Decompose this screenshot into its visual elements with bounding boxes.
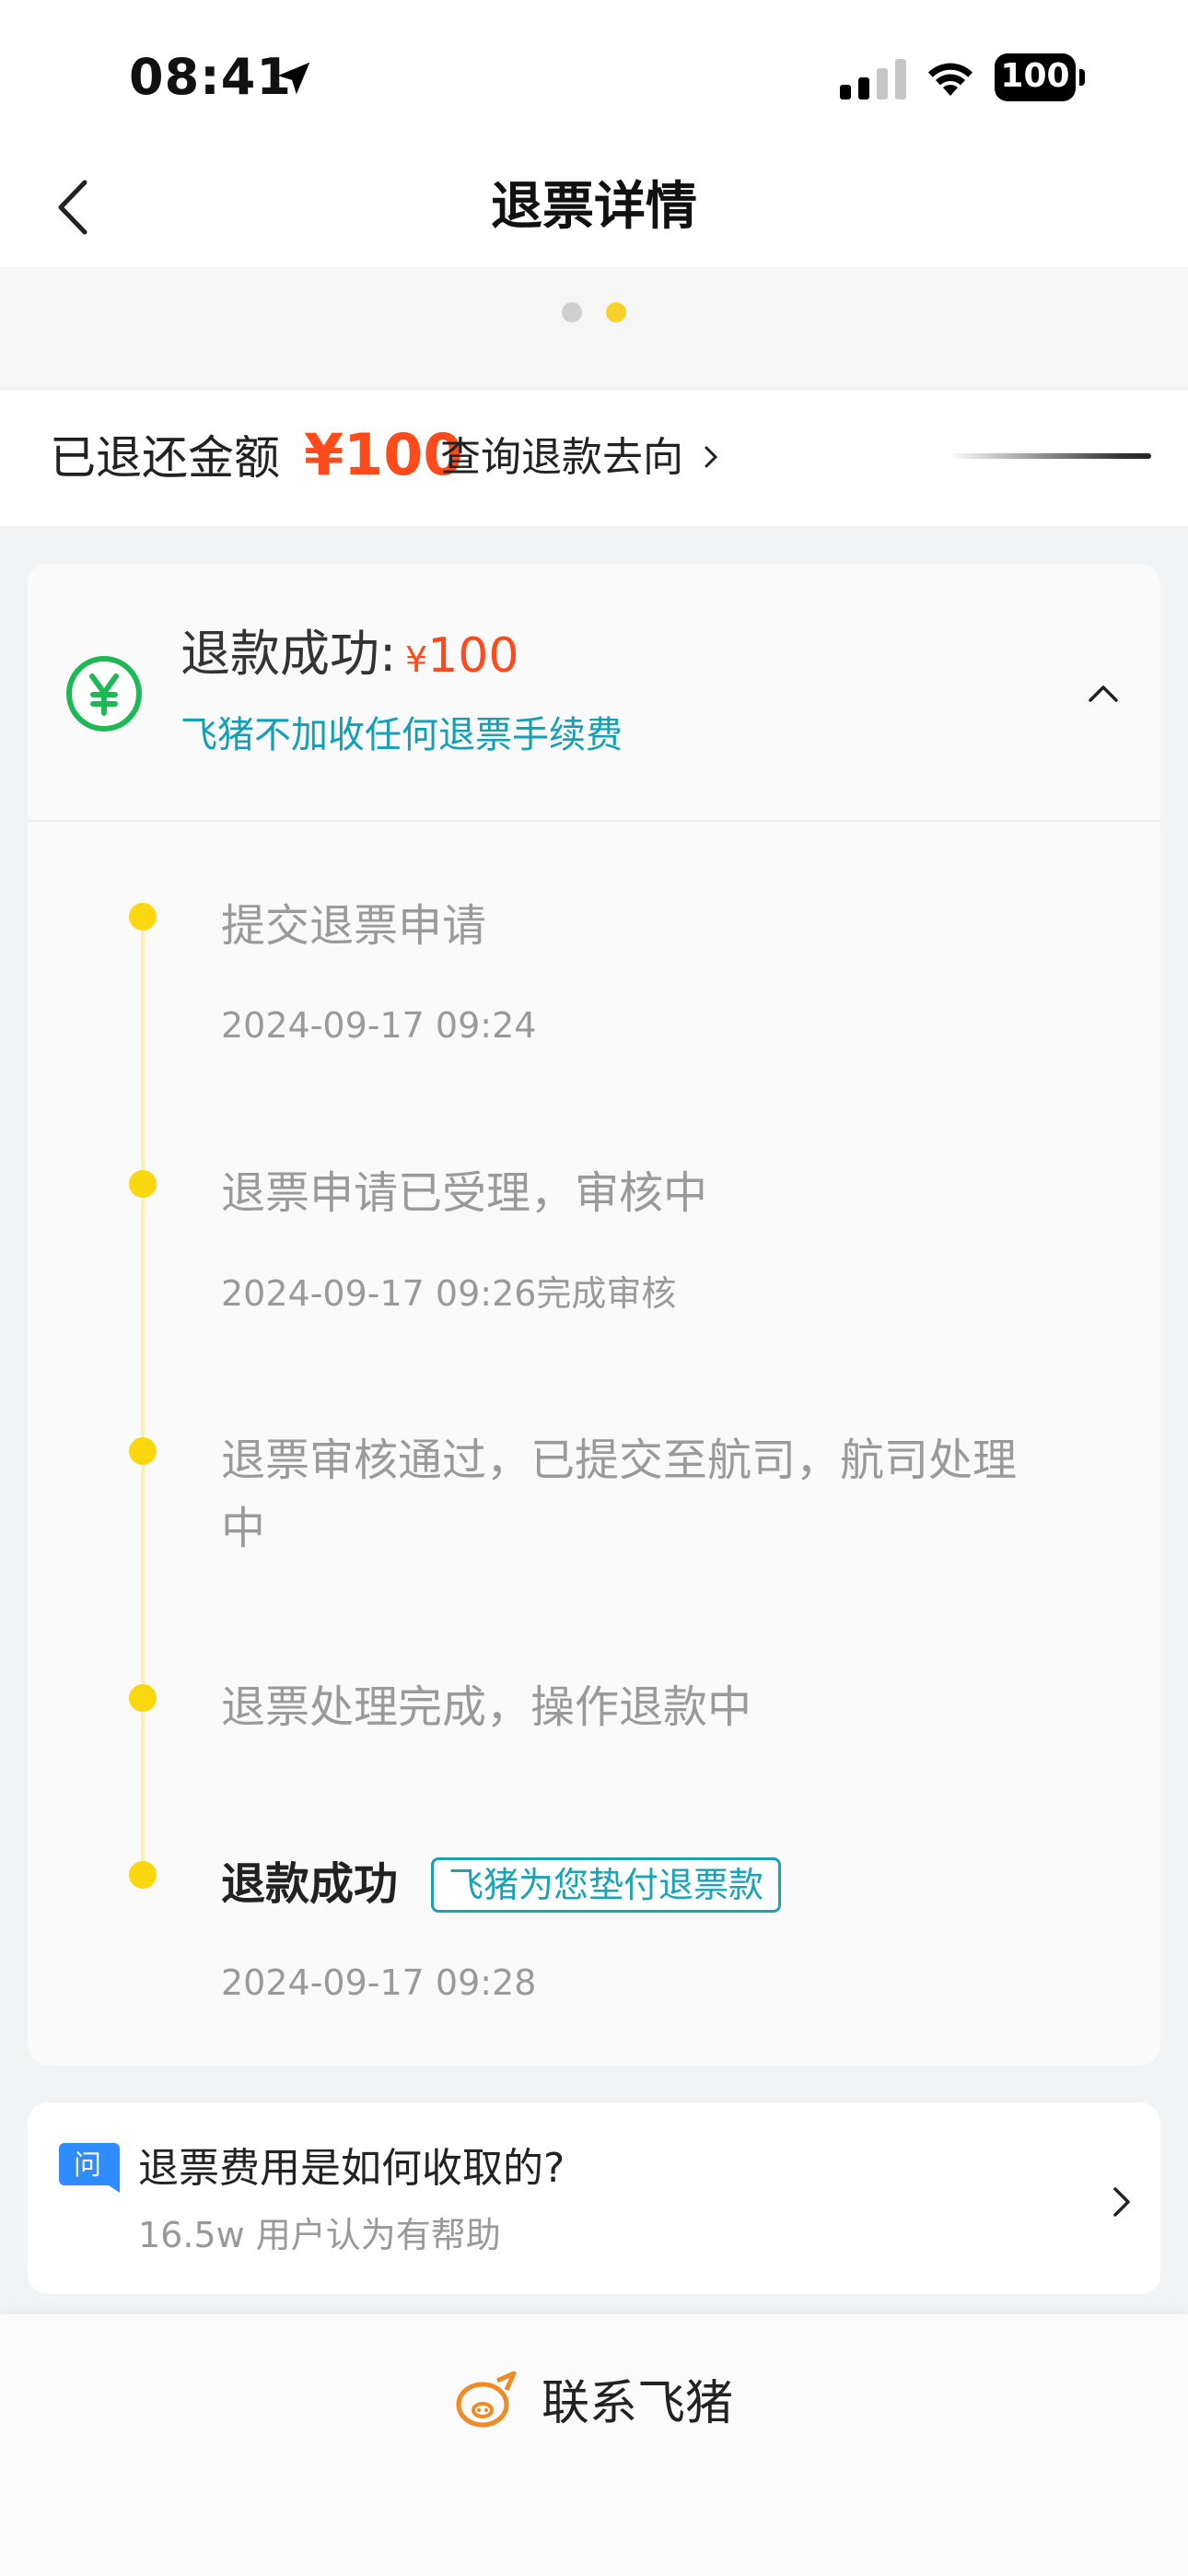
fliggy-pig-icon xyxy=(456,2371,517,2428)
timeline-dot xyxy=(129,1170,157,1198)
divider xyxy=(28,820,1160,822)
timeline-dot xyxy=(129,1437,157,1465)
advance-payment-badge: 飞猪为您垫付退票款 xyxy=(431,1857,782,1913)
amount-number: 100 xyxy=(427,628,519,684)
refund-destination-link[interactable]: 查询退款去向 xyxy=(440,427,683,488)
chevron-right-icon[interactable] xyxy=(702,440,722,474)
scroll-indicator xyxy=(949,453,1151,459)
refunded-amount-value: ¥100 xyxy=(304,421,463,488)
svg-text:问: 问 xyxy=(74,2149,101,2182)
timeline-step-title: 退票审核通过，已提交至航司，航司处理中 xyxy=(221,1434,1018,1554)
pager-dot-2-active[interactable] xyxy=(606,302,626,322)
bottom-bar xyxy=(0,2314,1188,2576)
timeline-dot xyxy=(129,1861,157,1889)
timeline-step-title: 退票申请已受理，审核中 xyxy=(221,1167,708,1219)
battery-percent: 100 xyxy=(1000,57,1070,95)
timeline-step-time: 2024-09-17 09:26完成审核 xyxy=(221,1273,677,1314)
refund-success-amount: ¥100 xyxy=(405,621,518,702)
refunded-amount-label: 已退还金额 xyxy=(50,431,280,485)
currency-symbol: ¥ xyxy=(405,639,428,680)
wifi-icon xyxy=(928,63,973,96)
battery-icon: 100 xyxy=(995,53,1087,101)
faq-card[interactable] xyxy=(28,2102,1160,2294)
timeline-dot xyxy=(129,903,157,931)
faq-helpful-count: 16.5w 用户认为有帮助 xyxy=(138,2215,501,2255)
timeline-step-title: 退票处理完成，操作退款中 xyxy=(221,1681,752,1733)
chevron-right-icon[interactable] xyxy=(1111,2184,1133,2220)
location-arrow-icon xyxy=(277,62,310,95)
timeline-dot xyxy=(129,1684,157,1712)
contact-fliggy-button[interactable]: 联系飞猪 xyxy=(542,2371,733,2436)
cellular-signal-icon xyxy=(840,59,906,100)
refund-success-label: 退款成功: xyxy=(181,625,397,683)
pager-area xyxy=(0,267,1188,387)
yen-circle-icon xyxy=(66,656,142,732)
no-fee-note: 飞猪不加收任何退票手续费 xyxy=(181,714,623,756)
page-title: 退票详情 xyxy=(491,177,697,237)
timeline-line xyxy=(141,921,145,1879)
status-time: 08:41 xyxy=(129,48,292,106)
timeline-step-time: 2024-09-17 09:28 xyxy=(221,1962,537,2003)
faq-title[interactable]: 退票费用是如何收取的? xyxy=(138,2139,565,2198)
pager-dot-1[interactable] xyxy=(562,302,582,322)
timeline-step-time: 2024-09-17 09:24 xyxy=(221,1005,537,1046)
timeline-step-title: 提交退票申请 xyxy=(221,900,487,952)
chevron-up-icon[interactable] xyxy=(1085,680,1122,706)
question-bubble-icon: 问 xyxy=(59,2143,120,2193)
